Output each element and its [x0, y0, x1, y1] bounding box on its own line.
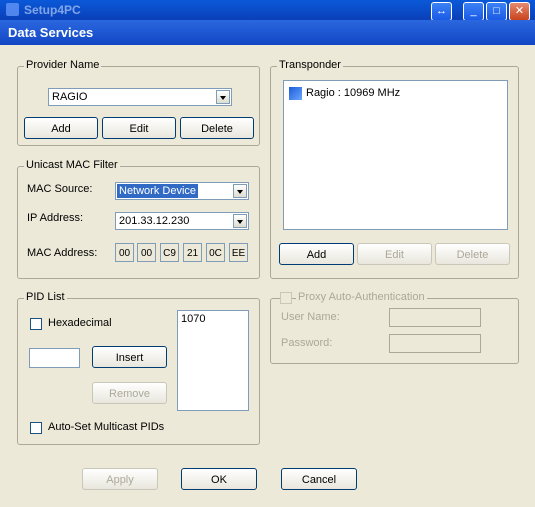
provider-delete-button[interactable]: Delete — [180, 117, 254, 139]
provider-select-value: RAGIO — [52, 91, 88, 103]
mac-source-label: MAC Source: — [27, 183, 93, 195]
password-input[interactable] — [389, 334, 481, 353]
ip-address-select[interactable]: 201.33.12.230 — [115, 212, 249, 230]
minimize-button[interactable]: _ — [463, 2, 484, 21]
user-name-label: User Name: — [281, 311, 340, 323]
transponder-list[interactable]: Ragio : 10969 MHz — [283, 80, 508, 230]
hexadecimal-label: Hexadecimal — [48, 317, 112, 329]
chevron-down-icon[interactable] — [233, 184, 247, 198]
restore-arrows-icon[interactable]: ↔ — [431, 2, 452, 21]
list-item[interactable]: 1070 — [181, 313, 205, 325]
transponder-add-button[interactable]: Add — [279, 243, 354, 265]
user-name-input[interactable] — [389, 308, 481, 327]
satellite-icon — [289, 87, 302, 100]
cancel-button[interactable]: Cancel — [281, 468, 357, 490]
chevron-down-icon[interactable] — [216, 90, 230, 104]
ip-address-label: IP Address: — [27, 212, 84, 224]
provider-select[interactable]: RAGIO — [48, 88, 232, 106]
mac-octet-2: 00 — [137, 243, 156, 262]
mac-octet-3: C9 — [160, 243, 179, 262]
mac-address-label: MAC Address: — [27, 247, 98, 259]
mac-filter-group-label: Unicast MAC Filter — [24, 159, 120, 171]
maximize-button[interactable]: □ — [486, 2, 507, 21]
password-label: Password: — [281, 337, 333, 349]
transponder-group-label: Transponder — [277, 59, 343, 71]
dialog-title: Data Services — [8, 25, 94, 40]
mac-octet-1: 00 — [115, 243, 134, 262]
provider-edit-button[interactable]: Edit — [102, 117, 176, 139]
apply-button[interactable]: Apply — [82, 468, 158, 490]
auto-set-multicast-checkbox[interactable] — [30, 422, 42, 434]
provider-add-button[interactable]: Add — [24, 117, 98, 139]
pid-input[interactable] — [29, 348, 80, 368]
pid-listbox[interactable]: 1070 — [177, 310, 249, 411]
close-button[interactable]: ✕ — [509, 2, 530, 21]
transponder-delete-button[interactable]: Delete — [435, 243, 510, 265]
ok-button[interactable]: OK — [181, 468, 257, 490]
dialog-caption: Data Services — [0, 20, 535, 45]
mac-source-select[interactable]: Network Device — [115, 182, 249, 200]
hexadecimal-checkbox[interactable] — [30, 318, 42, 330]
mac-octet-6: EE — [229, 243, 248, 262]
window-title-bar[interactable]: Setup4PC ↔ _ □ ✕ — [0, 0, 535, 21]
window-title: Setup4PC — [24, 3, 81, 17]
mac-octet-5: 0C — [206, 243, 225, 262]
proxy-auth-checkbox[interactable] — [280, 292, 292, 304]
app-icon — [6, 3, 19, 16]
remove-button[interactable]: Remove — [92, 382, 167, 404]
ip-address-value: 201.33.12.230 — [119, 215, 190, 227]
provider-group-label: Provider Name — [24, 59, 102, 71]
insert-button[interactable]: Insert — [92, 346, 167, 368]
pid-list-group-label: PID List — [24, 291, 67, 303]
proxy-auth-label: Proxy Auto-Authentication — [296, 291, 427, 303]
mac-source-value: Network Device — [117, 184, 199, 198]
auto-set-multicast-label: Auto-Set Multicast PIDs — [48, 421, 165, 433]
list-item[interactable]: Ragio : 10969 MHz — [306, 87, 400, 99]
mac-octet-4: 21 — [183, 243, 202, 262]
chevron-down-icon[interactable] — [233, 214, 247, 228]
transponder-edit-button[interactable]: Edit — [357, 243, 432, 265]
